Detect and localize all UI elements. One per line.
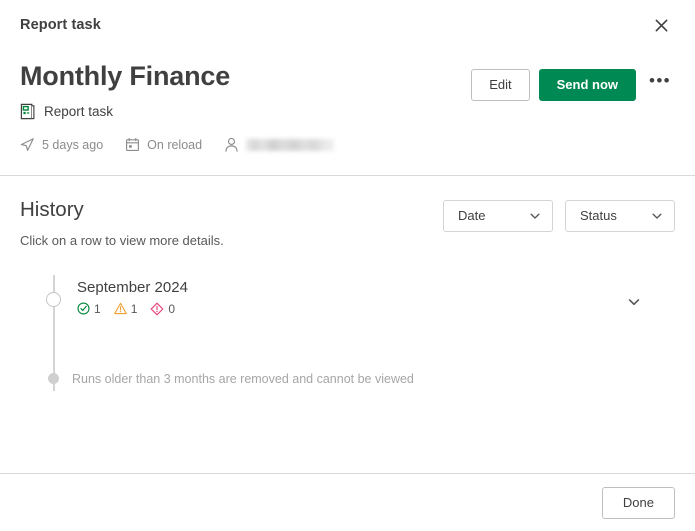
meta-trigger-label: On reload [147,137,203,152]
stat-success: 1 [77,302,101,316]
meta-last-run: 5 days ago [20,137,103,152]
history-retention-note: Runs older than 3 months are removed and… [72,371,414,386]
close-icon [655,19,667,31]
warning-triangle-icon [113,303,127,315]
filter-date-label: Date [458,208,486,224]
meta-owner-name-redacted [246,138,335,151]
task-meta-row: 5 days ago On reload [20,137,335,153]
history-row-date: September 2024 [77,278,188,296]
filter-date[interactable]: Date [443,199,553,232]
send-icon [20,138,34,152]
history-subtitle: Click on a row to view more details. [20,232,224,248]
timeline-marker [46,291,61,307]
chevron-down-icon [628,298,640,305]
check-circle-icon [77,302,90,315]
more-options-button[interactable]: ••• [645,66,675,103]
history-row[interactable]: September 2024 1 1 0 [20,275,675,339]
task-type-row: Report task [20,103,334,120]
history-section: History Click on a row to view more deta… [0,176,695,391]
dialog-topbar: Report task [0,0,695,50]
stat-error-value: 0 [168,301,176,316]
history-row-stats: 1 1 0 [77,302,617,316]
stat-success-value: 1 [94,301,101,316]
history-row-content: September 2024 1 1 0 [77,279,617,316]
chevron-down-icon [651,210,663,222]
meta-trigger: On reload [125,137,202,152]
chevron-down-icon [529,210,541,222]
header-actions: Edit Send now ••• [471,62,675,103]
filter-status[interactable]: Status [565,199,675,232]
calendar-icon [126,138,140,152]
edit-button[interactable]: Edit [471,68,530,101]
history-heading-group: History Click on a row to view more deta… [20,198,224,248]
timeline-marker-end [48,372,59,384]
task-type-label: Report task [44,103,114,119]
history-filters: Date Status [443,198,675,232]
stat-error: 0 [150,302,175,316]
user-icon [225,137,238,152]
stat-warning: 1 [113,301,138,316]
close-button[interactable] [647,11,675,39]
history-timeline: September 2024 1 1 0 Runs older than 3 m… [20,274,675,391]
history-retention-row: Runs older than 3 months are removed and… [20,367,675,391]
meta-owner [224,137,335,153]
page-title: Monthly Finance [20,61,231,91]
done-button[interactable]: Done [601,486,675,519]
stat-warning-value: 1 [130,301,138,316]
report-task-icon [20,103,35,119]
meta-last-run-label: 5 days ago [42,137,104,152]
task-header: Monthly Finance Report task 5 days ago O… [0,50,695,175]
send-now-button[interactable]: Send now [538,68,636,101]
dialog-title: Report task [20,17,101,33]
error-diamond-icon [150,302,164,316]
task-header-info: Monthly Finance Report task 5 days ago O… [20,61,335,153]
filter-status-label: Status [580,208,617,224]
dialog-footer: Done [0,473,695,531]
history-row-expand-button[interactable] [617,285,651,319]
history-title: History [20,197,84,221]
